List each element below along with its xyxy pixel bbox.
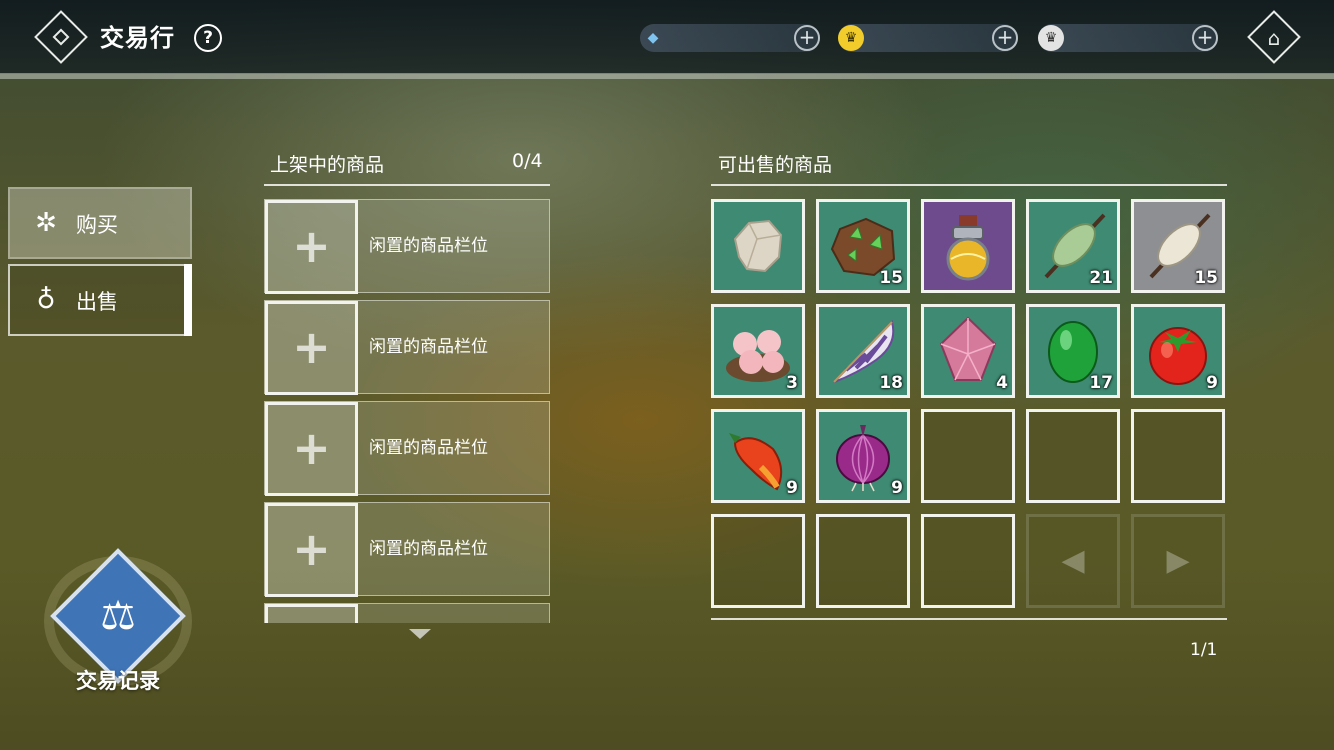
gold-currency: ♛ + (838, 24, 1018, 52)
slot-label: 闲置的商品栏位 (369, 236, 488, 256)
item-count: 21 (1089, 268, 1113, 288)
buy-tab[interactable]: ✲ 购买 (8, 187, 192, 259)
item-slot[interactable]: 4 (921, 304, 1015, 398)
page-indicator: 1/1 (1190, 640, 1218, 660)
item-slot[interactable]: 9 (1131, 304, 1225, 398)
add-gold-button[interactable]: + (992, 25, 1018, 51)
plus-icon: + (292, 219, 331, 273)
item-slot[interactable] (921, 199, 1015, 293)
eggs-in-nest-icon (726, 330, 790, 382)
add-diamond-button[interactable]: + (794, 25, 820, 51)
home-icon: ⌂ (1267, 26, 1281, 50)
diamond-currency: ◆ + (640, 24, 820, 52)
prev-page-button[interactable]: ◀ (1026, 514, 1120, 608)
sell-tab-label: 出售 (76, 290, 118, 314)
listing-slot[interactable]: + 闲置的商品栏位 (264, 401, 550, 496)
listing-slot[interactable]: + 闲置的商品栏位 (264, 300, 550, 395)
tomato-icon (1149, 327, 1207, 385)
empty-item-slot[interactable] (1026, 409, 1120, 503)
gear-icon: ✲ (35, 208, 57, 238)
sellable-divider (711, 184, 1227, 186)
item-slot[interactable] (711, 199, 805, 293)
listing-slot[interactable]: + 闲置的商品栏位 (264, 199, 550, 294)
item-count: 9 (891, 478, 903, 498)
item-count: 9 (1206, 373, 1218, 393)
listings-title: 上架中的商品 (270, 154, 385, 176)
next-page-button[interactable]: ▶ (1131, 514, 1225, 608)
trade-record-label: 交易记录 (76, 669, 160, 693)
slot-label: 解锁 (369, 618, 403, 623)
money-bag-icon: ♁ (36, 285, 56, 315)
empty-item-slot[interactable] (711, 514, 805, 608)
item-slot[interactable]: 17 (1026, 304, 1120, 398)
item-slot[interactable]: 15 (816, 199, 910, 293)
plus-icon: + (292, 421, 331, 475)
item-slot[interactable]: 15 (1131, 199, 1225, 293)
silver-currency: ♛ + (1038, 24, 1218, 52)
item-count: 18 (879, 373, 903, 393)
balance-scale-icon: ⚖ (100, 593, 136, 639)
add-silver-button[interactable]: + (1192, 25, 1218, 51)
help-icon[interactable]: ? (194, 24, 222, 52)
empty-item-slot[interactable] (816, 514, 910, 608)
chevron-left-icon: ◀ (1061, 543, 1085, 578)
listings-divider (264, 184, 550, 186)
top-divider (0, 73, 1334, 79)
listings-count: 0/4 (512, 150, 543, 172)
item-count: 15 (879, 268, 903, 288)
add-listing-button[interactable]: + (265, 402, 358, 496)
item-slot[interactable]: 9 (816, 409, 910, 503)
item-count: 15 (1194, 268, 1218, 288)
item-count: 9 (786, 478, 798, 498)
item-count: 3 (786, 373, 798, 393)
listing-slots[interactable]: + 闲置的商品栏位 + 闲置的商品栏位 + 闲置的商品栏位 + 闲置的商品栏位 … (264, 199, 550, 623)
item-slot[interactable]: 9 (711, 409, 805, 503)
slot-label: 闲置的商品栏位 (369, 337, 488, 357)
plus-icon: + (292, 522, 331, 576)
pink-gem-icon (939, 316, 997, 381)
scroll-down-icon[interactable] (409, 629, 431, 639)
potion-icon (946, 215, 990, 281)
selected-indicator (184, 264, 192, 336)
add-listing-button[interactable]: + (265, 200, 358, 294)
add-listing-button[interactable]: + (265, 301, 358, 395)
item-count: 4 (996, 373, 1008, 393)
sellable-title: 可出售的商品 (718, 154, 833, 176)
empty-item-slot[interactable] (921, 409, 1015, 503)
grid-bottom-divider (711, 618, 1227, 620)
add-listing-button[interactable]: + (265, 503, 358, 597)
listing-slot[interactable]: + 闲置的商品栏位 (264, 502, 550, 597)
gold-coin-icon: ♛ (838, 25, 864, 51)
empty-item-slot[interactable] (1131, 409, 1225, 503)
diamond-icon: ◆ (647, 30, 659, 46)
page-title: 交易行 (100, 24, 175, 52)
slot-label: 闲置的商品栏位 (369, 438, 488, 458)
locked-slot-box (265, 604, 358, 623)
trade-record-button[interactable]: ⚖ 交易记录 (30, 548, 206, 700)
item-count: 17 (1089, 373, 1113, 393)
item-slot[interactable]: 21 (1026, 199, 1120, 293)
plus-icon: + (292, 320, 331, 374)
item-slot[interactable]: 18 (816, 304, 910, 398)
locked-listing-slot[interactable]: 解锁 (264, 603, 550, 623)
item-slot[interactable]: 3 (711, 304, 805, 398)
rock-icon (733, 219, 783, 273)
sell-tab[interactable]: ♁ 出售 (8, 264, 192, 336)
silver-coin-icon: ♛ (1038, 25, 1064, 51)
onion-icon (836, 425, 890, 492)
empty-item-slot[interactable] (921, 514, 1015, 608)
buy-tab-label: 购买 (76, 213, 118, 237)
chevron-right-icon: ▶ (1166, 543, 1190, 578)
slot-label: 闲置的商品栏位 (369, 539, 488, 559)
red-pepper-icon (729, 433, 783, 491)
